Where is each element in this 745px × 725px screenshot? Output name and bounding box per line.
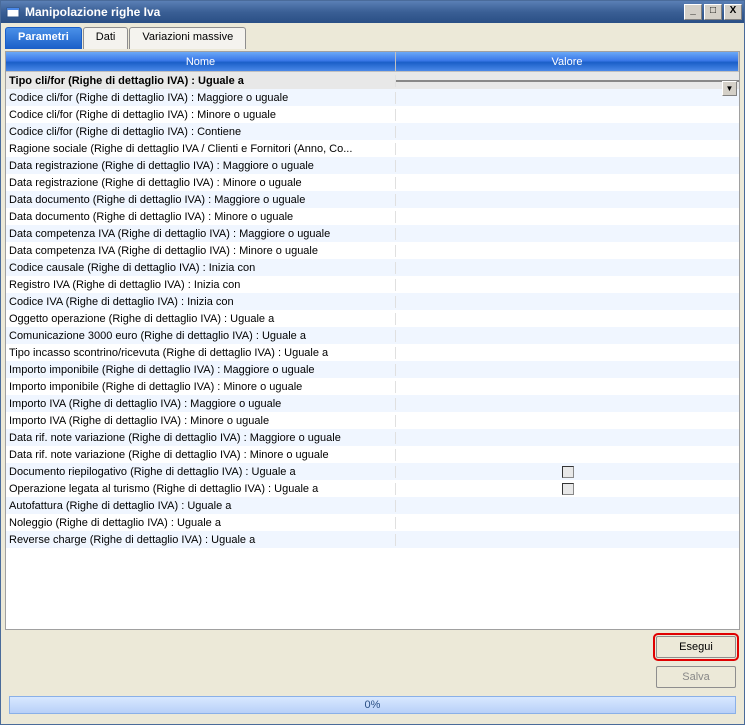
close-button[interactable]: X [724,4,742,20]
chevron-down-icon[interactable]: ▼ [722,81,737,96]
row-label: Codice cli/for (Righe di dettaglio IVA) … [6,109,396,121]
row-label: Data rif. note variazione (Righe di dett… [6,449,396,461]
table-row[interactable]: Data documento (Righe di dettaglio IVA) … [6,208,739,225]
checkbox[interactable] [562,466,574,478]
table-row[interactable]: Comunicazione 3000 euro (Righe di dettag… [6,327,739,344]
row-label: Reverse charge (Righe di dettaglio IVA) … [6,534,396,546]
table-row[interactable]: Codice causale (Righe di dettaglio IVA) … [6,259,739,276]
table-row[interactable]: Tipo cli/for (Righe di dettaglio IVA) : … [6,72,739,89]
row-label: Codice causale (Righe di dettaglio IVA) … [6,262,396,274]
tab-bar: Parametri Dati Variazioni massive [5,27,740,49]
salva-button[interactable]: Salva [656,666,736,688]
footer-row-esegui: Esegui [5,634,740,660]
row-label: Codice IVA (Righe di dettaglio IVA) : In… [6,296,396,308]
esegui-button[interactable]: Esegui [656,636,736,658]
row-label: Importo IVA (Righe di dettaglio IVA) : M… [6,398,396,410]
row-label: Noleggio (Righe di dettaglio IVA) : Ugua… [6,517,396,529]
table-row[interactable]: Importo imponibile (Righe di dettaglio I… [6,361,739,378]
table-row[interactable]: Data rif. note variazione (Righe di dett… [6,429,739,446]
table-row[interactable]: Codice cli/for (Righe di dettaglio IVA) … [6,106,739,123]
row-label: Tipo incasso scontrino/ricevuta (Righe d… [6,347,396,359]
table-row[interactable]: Noleggio (Righe di dettaglio IVA) : Ugua… [6,514,739,531]
row-label: Data rif. note variazione (Righe di dett… [6,432,396,444]
maximize-button[interactable]: □ [704,4,722,20]
progress-bar: 0% [9,696,736,714]
table-row[interactable]: Data rif. note variazione (Righe di dett… [6,446,739,463]
row-label: Importo IVA (Righe di dettaglio IVA) : M… [6,415,396,427]
minimize-button[interactable]: _ [684,4,702,20]
row-label: Data registrazione (Righe di dettaglio I… [6,177,396,189]
titlebar: Manipolazione righe Iva _ □ X [1,1,744,23]
table-row[interactable]: Importo IVA (Righe di dettaglio IVA) : M… [6,395,739,412]
row-label: Comunicazione 3000 euro (Righe di dettag… [6,330,396,342]
row-label: Importo imponibile (Righe di dettaglio I… [6,381,396,393]
footer: Esegui Salva 0% [5,632,740,720]
table-row[interactable]: Oggetto operazione (Righe di dettaglio I… [6,310,739,327]
row-value[interactable]: ▼ [396,80,739,82]
window: Manipolazione righe Iva _ □ X Parametri … [0,0,745,725]
header-valore[interactable]: Valore [396,52,739,71]
row-label: Data competenza IVA (Righe di dettaglio … [6,228,396,240]
table-row[interactable]: Documento riepilogativo (Righe di dettag… [6,463,739,480]
row-label: Documento riepilogativo (Righe di dettag… [6,466,396,478]
header-nome[interactable]: Nome [6,52,396,71]
row-label: Ragione sociale (Righe di dettaglio IVA … [6,143,396,155]
table-row[interactable]: Importo imponibile (Righe di dettaglio I… [6,378,739,395]
row-value[interactable] [396,483,739,495]
row-label: Codice cli/for (Righe di dettaglio IVA) … [6,92,396,104]
grid-headers: Nome Valore [6,52,739,72]
row-label: Data competenza IVA (Righe di dettaglio … [6,245,396,257]
table-row[interactable]: Autofattura (Righe di dettaglio IVA) : U… [6,497,739,514]
row-label: Oggetto operazione (Righe di dettaglio I… [6,313,396,325]
row-label: Autofattura (Righe di dettaglio IVA) : U… [6,500,396,512]
table-row[interactable]: Operazione legata al turismo (Righe di d… [6,480,739,497]
row-label: Data documento (Righe di dettaglio IVA) … [6,211,396,223]
row-label: Codice cli/for (Righe di dettaglio IVA) … [6,126,396,138]
table-row[interactable]: Data registrazione (Righe di dettaglio I… [6,157,739,174]
table-row[interactable]: Reverse charge (Righe di dettaglio IVA) … [6,531,739,548]
table-row[interactable]: Importo IVA (Righe di dettaglio IVA) : M… [6,412,739,429]
tab-variazioni-massive[interactable]: Variazioni massive [129,27,246,49]
checkbox[interactable] [562,483,574,495]
app-icon [5,4,21,20]
table-row[interactable]: Codice IVA (Righe di dettaglio IVA) : In… [6,293,739,310]
window-title: Manipolazione righe Iva [25,5,684,19]
row-label: Importo imponibile (Righe di dettaglio I… [6,364,396,376]
table-row[interactable]: Tipo incasso scontrino/ricevuta (Righe d… [6,344,739,361]
table-row[interactable]: Data documento (Righe di dettaglio IVA) … [6,191,739,208]
table-row[interactable]: Data competenza IVA (Righe di dettaglio … [6,242,739,259]
row-label: Operazione legata al turismo (Righe di d… [6,483,396,495]
table-row[interactable]: Ragione sociale (Righe di dettaglio IVA … [6,140,739,157]
row-label: Data registrazione (Righe di dettaglio I… [6,160,396,172]
table-row[interactable]: Codice cli/for (Righe di dettaglio IVA) … [6,89,739,106]
table-row[interactable]: Data competenza IVA (Righe di dettaglio … [6,225,739,242]
content-area: Parametri Dati Variazioni massive Nome V… [1,23,744,724]
table-row[interactable]: Registro IVA (Righe di dettaglio IVA) : … [6,276,739,293]
table-row[interactable]: Data registrazione (Righe di dettaglio I… [6,174,739,191]
window-buttons: _ □ X [684,4,742,20]
table-row[interactable]: Codice cli/for (Righe di dettaglio IVA) … [6,123,739,140]
footer-row-salva: Salva [5,664,740,690]
row-value[interactable] [396,466,739,478]
row-label: Data documento (Righe di dettaglio IVA) … [6,194,396,206]
grid-rows: Tipo cli/for (Righe di dettaglio IVA) : … [6,72,739,629]
grid-panel: Nome Valore Tipo cli/for (Righe di detta… [5,51,740,630]
progress-label: 0% [365,699,381,711]
row-label: Registro IVA (Righe di dettaglio IVA) : … [6,279,396,291]
tab-parametri[interactable]: Parametri [5,27,82,49]
row-label: Tipo cli/for (Righe di dettaglio IVA) : … [6,75,396,87]
tab-dati[interactable]: Dati [83,27,129,49]
